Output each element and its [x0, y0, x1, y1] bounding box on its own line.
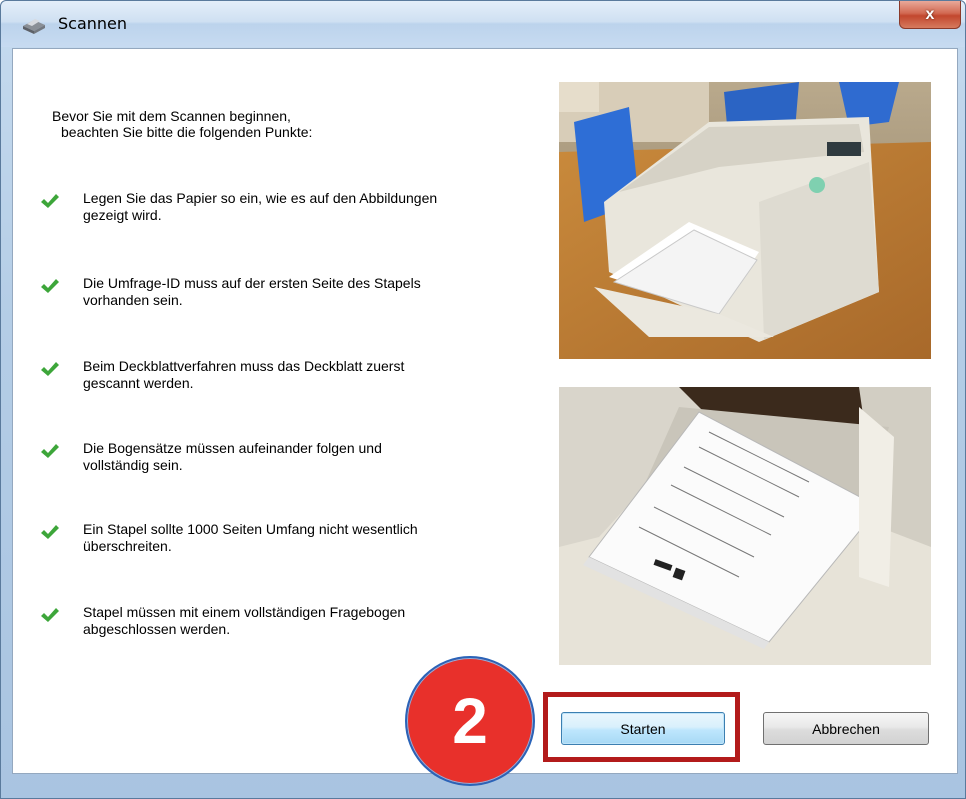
intro-text: Bevor Sie mit dem Scannen beginnen, beac…: [52, 108, 492, 140]
checklist-text: Stapel müssen mit einem vollständigen Fr…: [83, 604, 406, 620]
highlight-frame: [543, 692, 740, 762]
checklist-text: Beim Deckblattverfahren muss das Deckbla…: [83, 358, 405, 374]
cancel-button[interactable]: Abbrechen: [763, 712, 929, 745]
checklist-text: Die Bogensätze müssen aufeinander folgen…: [83, 440, 382, 456]
checklist-item: Stapel müssen mit einem vollständigen Fr…: [40, 604, 520, 644]
checkmark-icon: [41, 444, 59, 458]
checklist-text: vollständig sein.: [83, 457, 183, 473]
step-number: 2: [452, 685, 488, 757]
checklist-item: Legen Sie das Papier so ein, wie es auf …: [40, 190, 520, 230]
checkmark-icon: [41, 525, 59, 539]
checklist-item: Beim Deckblattverfahren muss das Deckbla…: [40, 358, 520, 398]
close-icon: x: [925, 5, 935, 23]
intro-line-2: beachten Sie bitte die folgenden Punkte:: [61, 124, 313, 140]
checkmark-icon: [41, 194, 59, 208]
checkmark-icon: [41, 608, 59, 622]
cancel-button-label: Abbrechen: [812, 720, 880, 737]
checklist-item: Die Bogensätze müssen aufeinander folgen…: [40, 440, 520, 480]
checklist-text: Die Umfrage-ID muss auf der ersten Seite…: [83, 275, 421, 291]
scanner-app-icon: [23, 19, 45, 34]
paper-stack-photo: [559, 387, 931, 665]
window-title: Scannen: [58, 14, 128, 33]
checklist-text: Ein Stapel sollte 1000 Seiten Umfang nic…: [83, 521, 418, 537]
checklist-text: Legen Sie das Papier so ein, wie es auf …: [83, 190, 438, 206]
checklist-text: vorhanden sein.: [83, 292, 183, 308]
intro-line-1: Bevor Sie mit dem Scannen beginnen,: [52, 108, 291, 124]
checklist-text: abgeschlossen werden.: [83, 621, 231, 637]
title-bar[interactable]: Scannen x: [1, 1, 965, 47]
checklist-item: Ein Stapel sollte 1000 Seiten Umfang nic…: [40, 521, 520, 561]
checklist-item: Die Umfrage-ID muss auf der ersten Seite…: [40, 275, 520, 315]
checklist-text: gescannt werden.: [83, 375, 194, 391]
scanner-photo-front: [559, 82, 931, 359]
checklist-text: überschreiten.: [83, 538, 172, 554]
checkmark-icon: [41, 279, 59, 293]
close-button[interactable]: x: [899, 1, 961, 29]
checklist-text: gezeigt wird.: [83, 207, 162, 223]
checkmark-icon: [41, 362, 59, 376]
step-number-badge: 2: [405, 656, 535, 786]
